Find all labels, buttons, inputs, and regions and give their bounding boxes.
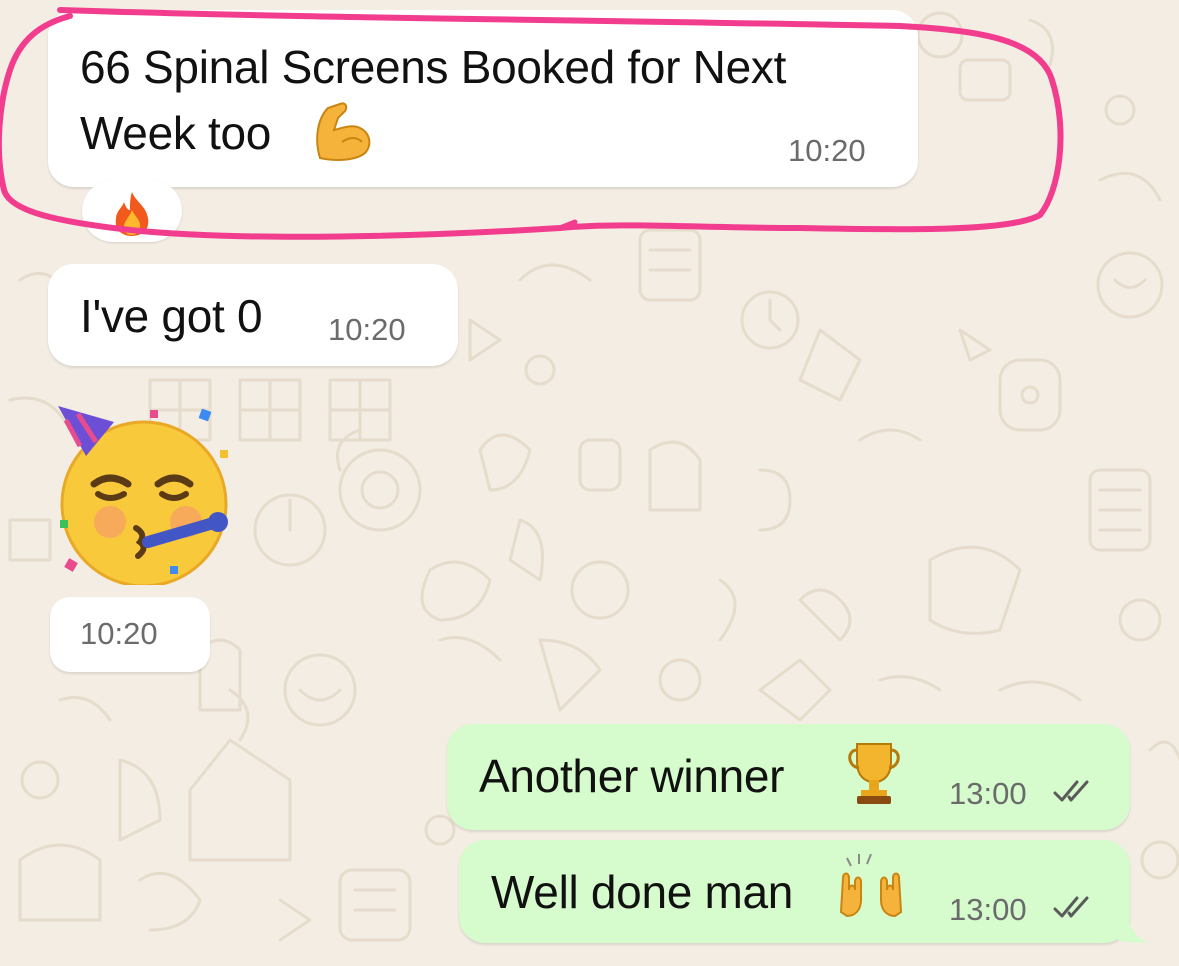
message-text: I've got 0	[80, 290, 263, 342]
fire-icon	[110, 190, 154, 243]
message-bubble-incoming[interactable]: I've got 0 10:20	[48, 264, 458, 366]
message-text-line: Week too	[80, 107, 272, 159]
bubble-tail	[1118, 924, 1148, 943]
message-timestamp: 10:20	[788, 133, 866, 168]
sticker-timestamp-pill: 10:20	[50, 597, 210, 672]
message-text: Well done man	[491, 866, 794, 918]
message-bubble-outgoing[interactable]: Well done man 13:00	[459, 840, 1130, 943]
message-timestamp: 13:00	[949, 776, 1027, 811]
read-receipt-icon	[1053, 779, 1093, 810]
message-timestamp: 13:00	[949, 892, 1027, 927]
message-timestamp: 10:20	[80, 616, 158, 651]
message-text: Another winner	[479, 750, 785, 802]
reaction-badge[interactable]	[82, 180, 182, 242]
raising-hands-emoji	[837, 853, 905, 925]
message-text-line: 66 Spinal Screens Booked for Next	[80, 41, 787, 93]
message-bubble-incoming[interactable]: 66 Spinal Screens Booked for Next Week t…	[48, 10, 918, 187]
trophy-emoji	[845, 740, 903, 811]
flexed-biceps-emoji	[312, 98, 374, 169]
message-bubble-outgoing[interactable]: Another winner 13:00	[447, 724, 1130, 830]
read-receipt-icon	[1053, 895, 1093, 926]
message-timestamp: 10:20	[328, 312, 406, 347]
partying-face-sticker[interactable]	[50, 400, 240, 590]
